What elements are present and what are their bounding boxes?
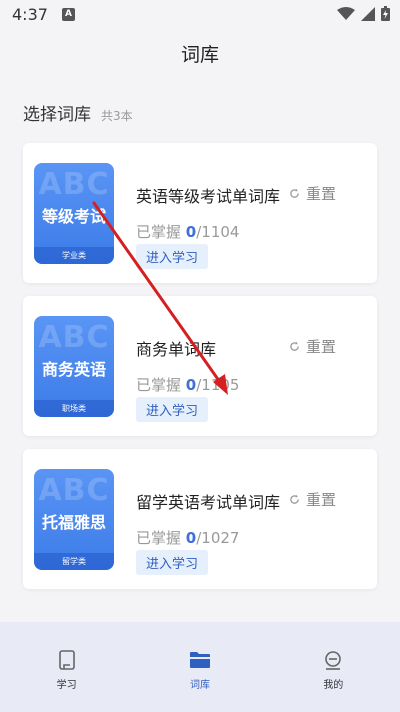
cover-title: 托福雅思: [41, 513, 106, 532]
reset-label: 重置: [306, 185, 337, 203]
battery-icon: [381, 6, 390, 21]
reset-label: 重置: [306, 338, 337, 356]
cover-watermark: ABC: [38, 320, 110, 355]
mastered-progress: 已掌握 0/1105: [136, 376, 240, 394]
folder-icon: [189, 652, 210, 668]
status-time: 4:37: [12, 4, 48, 24]
nav-item-profile[interactable]: 我的: [267, 622, 400, 712]
book-card[interactable]: ABC 商务英语 职场类 商务单词库 重置 已掌握 0/1105 进入学习: [23, 296, 377, 436]
total-count: /1104: [196, 223, 240, 241]
book-cover[interactable]: ABC 托福雅思 留学类: [34, 469, 114, 570]
start-learning-button[interactable]: 进入学习: [136, 550, 209, 575]
total-count: /1105: [196, 376, 240, 394]
book-title: 商务单词库: [136, 340, 217, 359]
mastered-progress: 已掌握 0/1027: [136, 529, 240, 547]
page-title: 词库: [180, 44, 219, 66]
book-cover[interactable]: ABC 商务英语 职场类: [34, 316, 114, 417]
total-count: /1027: [196, 529, 240, 547]
notification-a-icon: A: [61, 7, 75, 21]
section-title: 选择词库: [23, 105, 91, 125]
book-count: 共3本: [101, 109, 133, 123]
status-bar: 4:37 A: [0, 0, 400, 28]
mastered-count: 0: [185, 223, 197, 241]
profile-icon: [325, 651, 342, 670]
cover-title: 等级考试: [41, 207, 106, 226]
nav-item-library[interactable]: 词库: [133, 622, 266, 712]
start-learning-button[interactable]: 进入学习: [136, 244, 209, 269]
mastered-count: 0: [185, 376, 197, 394]
signal-icon: [361, 6, 375, 21]
reset-button[interactable]: 重置: [289, 183, 336, 204]
cover-watermark: ABC: [38, 473, 110, 508]
section-header: 选择词库 共3本: [23, 100, 133, 125]
refresh-icon: [290, 341, 299, 351]
book-card[interactable]: ABC 等级考试 学业类 英语等级考试单词库 重置 已掌握 0/1104 进入学…: [23, 143, 377, 283]
wifi-icon: [337, 6, 355, 20]
refresh-icon: [290, 494, 299, 504]
cover-watermark: ABC: [38, 167, 110, 202]
cover-title: 商务英语: [41, 360, 106, 379]
book-card[interactable]: ABC 托福雅思 留学类 留学英语考试单词库 重置 已掌握 0/1027 进入学…: [23, 449, 377, 589]
mastered-progress: 已掌握 0/1104: [136, 223, 240, 241]
nav-label: 词库: [189, 680, 210, 691]
nav-item-study[interactable]: 学习: [0, 622, 133, 712]
cover-category: 学业类: [34, 247, 114, 264]
reset-label: 重置: [306, 491, 337, 509]
reset-button[interactable]: 重置: [289, 336, 336, 357]
book-cover[interactable]: ABC 等级考试 学业类: [34, 163, 114, 264]
cover-category: 职场类: [34, 400, 114, 417]
mastered-count: 0: [185, 529, 197, 547]
start-learning-button[interactable]: 进入学习: [136, 397, 209, 422]
status-icons: [337, 6, 390, 21]
cover-category: 留学类: [34, 553, 114, 570]
book-title: 英语等级考试单词库: [136, 187, 281, 206]
refresh-icon: [290, 188, 299, 198]
nav-label: 学习: [56, 680, 77, 691]
study-icon: [58, 650, 75, 670]
reset-button[interactable]: 重置: [289, 489, 336, 510]
nav-label: 我的: [323, 680, 344, 691]
bottom-nav: 学习 词库 我的: [0, 622, 400, 712]
book-title: 留学英语考试单词库: [136, 493, 281, 512]
